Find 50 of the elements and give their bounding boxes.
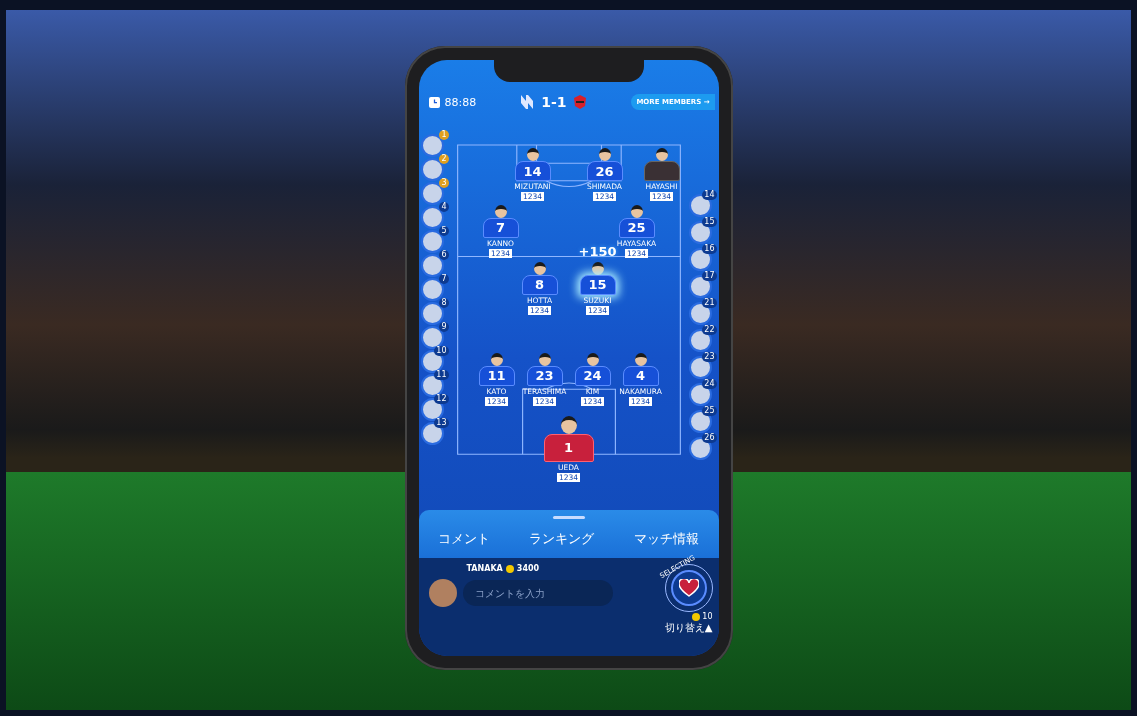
user-avatar xyxy=(428,579,457,607)
match-score: 1-1 xyxy=(541,94,567,110)
tab[interactable]: コメント xyxy=(434,529,495,550)
comment-input-field[interactable]: コメントを入力 xyxy=(462,580,613,606)
rank-badge: 22 xyxy=(702,325,717,335)
heart-icon xyxy=(678,579,699,597)
rank-badge: 3 xyxy=(439,178,449,188)
rank-badge: 8 xyxy=(439,298,449,308)
clock-icon xyxy=(428,96,440,108)
rank-badge: 24 xyxy=(702,379,717,389)
team-logo-icon xyxy=(519,94,536,110)
user-name: TANAKA xyxy=(466,564,503,573)
rank-badge: 21 xyxy=(702,298,717,308)
fan-avatar[interactable] xyxy=(420,230,444,253)
rank-badge: 14 xyxy=(702,190,717,200)
fan-avatar[interactable] xyxy=(420,278,444,301)
rank-badge: 25 xyxy=(702,406,717,416)
rank-badge: 9 xyxy=(439,322,449,332)
rank-badge: 7 xyxy=(439,274,449,284)
rank-badge: 12 xyxy=(434,394,449,404)
bonus-points: +150 xyxy=(578,243,617,259)
rank-badge: 5 xyxy=(439,226,449,236)
rank-badge: 15 xyxy=(702,217,717,227)
cheer-cost: 10 xyxy=(702,612,713,621)
switch-button[interactable]: 切り替え▲ xyxy=(664,621,713,635)
fan-avatar[interactable] xyxy=(420,158,444,181)
coin-icon xyxy=(505,564,514,573)
rank-badge: 2 xyxy=(439,154,449,164)
fan-avatar[interactable] xyxy=(420,302,444,325)
tab[interactable]: ランキング xyxy=(525,529,599,550)
rank-badge: 10 xyxy=(434,346,449,356)
rank-badge: 16 xyxy=(702,244,717,254)
team-logo-icon xyxy=(572,94,589,110)
rank-badge: 6 xyxy=(439,250,449,260)
rank-badge: 1 xyxy=(439,130,449,140)
fan-avatar[interactable] xyxy=(420,206,444,229)
rank-badge: 17 xyxy=(702,271,717,281)
coin-icon xyxy=(692,612,701,621)
match-time: 88:88 xyxy=(444,95,477,109)
tab[interactable]: マッチ情報 xyxy=(629,529,703,550)
fan-avatar[interactable] xyxy=(420,182,444,205)
rank-badge: 13 xyxy=(434,418,449,428)
rank-badge: 23 xyxy=(702,352,717,362)
rank-badge: 26 xyxy=(702,433,717,443)
fan-avatar[interactable] xyxy=(420,134,444,157)
staff-figure[interactable] xyxy=(643,148,680,181)
fan-avatar[interactable] xyxy=(420,254,444,277)
coin-balance: 3400 xyxy=(516,564,540,573)
rank-badge: 11 xyxy=(434,370,449,380)
rank-badge: 4 xyxy=(439,202,449,212)
